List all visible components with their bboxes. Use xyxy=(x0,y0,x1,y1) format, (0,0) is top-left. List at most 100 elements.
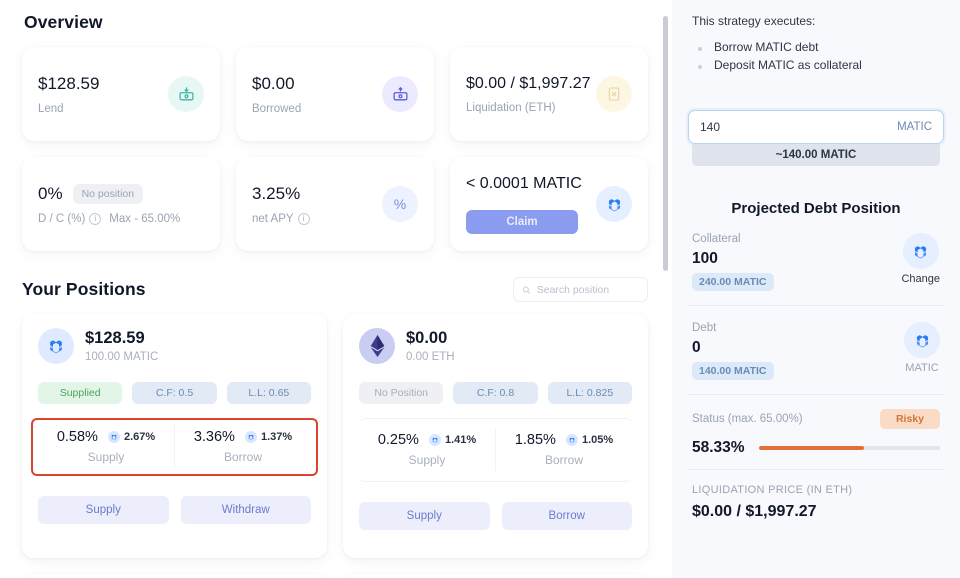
borrow-reward: 1.37% xyxy=(245,431,292,443)
scrollbar-thumb[interactable] xyxy=(663,16,668,271)
withdraw-money-icon xyxy=(382,76,418,112)
supply-reward: 1.41% xyxy=(429,434,476,446)
app-root: Overview $128.59 Lend xyxy=(0,0,960,578)
info-icon[interactable]: i xyxy=(298,213,310,225)
dc-label: D / C (%) xyxy=(38,213,85,225)
strategy-steps: Borrow MATIC debt Deposit MATIC as colla… xyxy=(696,38,944,74)
withdraw-button[interactable]: Withdraw xyxy=(181,496,312,524)
collateral-value: 100 xyxy=(692,250,774,268)
collateral-row: Collateral 100 240.00 MATIC Change xyxy=(688,217,944,306)
supply-button[interactable]: Supply xyxy=(38,496,169,524)
position-actions: Supply Borrow xyxy=(359,502,632,530)
borrow-rate-col: 1.85% 1.05% xyxy=(495,428,632,471)
overview-card-liquidation: $0.00 / $1,997.27 Liquidation (ETH) xyxy=(450,47,648,141)
amount-unit-label: MATIC xyxy=(897,121,932,133)
amount-input[interactable] xyxy=(700,120,840,134)
debt-chip: 140.00 MATIC xyxy=(692,362,774,380)
sidebar-panel: This strategy executes: Borrow MATIC deb… xyxy=(672,0,960,578)
collateral-label: Collateral xyxy=(692,233,774,245)
borrow-rate-col: 3.36% 1.37% xyxy=(174,425,311,468)
amount-input-wrapper[interactable]: MATIC xyxy=(688,110,944,144)
position-amount: $128.59 xyxy=(85,329,158,349)
info-icon[interactable]: i xyxy=(89,213,101,225)
liquidation-price-label: LIQUIDATION PRICE (IN ETH) xyxy=(692,484,940,496)
matic-icon xyxy=(596,186,632,222)
debt-token-button[interactable]: MATIC xyxy=(904,322,940,374)
borrow-rate-label: Borrow xyxy=(224,450,262,464)
rates-highlight-box: 0.58% 2.67% xyxy=(31,418,318,476)
position-token-amount: 100.00 MATIC xyxy=(85,351,158,363)
status-progress-bar xyxy=(759,446,940,450)
overview-card-net-apy: 3.25% net APY i % xyxy=(236,157,434,251)
borrow-rate: 3.36% xyxy=(194,429,235,445)
liquidation-icon xyxy=(596,76,632,112)
rates-box: 0.25% 1.41% xyxy=(359,418,632,482)
supply-rate-col: 0.25% 1.41% xyxy=(359,428,495,471)
debt-token-label: MATIC xyxy=(905,362,938,374)
debt-row: Debt 0 140.00 MATIC MATIC xyxy=(688,306,944,395)
status-badge: Supplied xyxy=(38,382,122,404)
rewards-value: < 0.0001 MATIC xyxy=(466,175,582,193)
search-position-box[interactable] xyxy=(513,277,648,302)
matic-coin-icon xyxy=(38,328,74,364)
supply-reward: 2.67% xyxy=(108,431,155,443)
position-card-partial[interactable] xyxy=(343,574,648,578)
liquidation-label: Liquidation (ETH) xyxy=(466,102,591,114)
debt-label: Debt xyxy=(692,322,774,334)
overview-cards-row-1: $128.59 Lend $0.00 Borrowed xyxy=(22,47,648,141)
borrow-button[interactable]: Borrow xyxy=(502,502,633,530)
supply-rate: 0.25% xyxy=(378,432,419,448)
search-icon xyxy=(522,285,531,295)
projected-debt-position-title: Projected Debt Position xyxy=(688,200,944,217)
overview-card-debt-collateral: 0% No position D / C (%) i Max - 65.00% xyxy=(22,157,220,251)
supply-rate-label: Supply xyxy=(88,450,125,464)
debt-value: 0 xyxy=(692,339,774,357)
borrow-reward-value: 1.05% xyxy=(582,434,613,446)
strategy-step: Deposit MATIC as collateral xyxy=(696,56,944,74)
strategy-step: Borrow MATIC debt xyxy=(696,38,944,56)
dc-status-badge: No position xyxy=(73,184,144,204)
status-row: Status (max. 65.00%) Risky 58.33% xyxy=(688,395,944,470)
dc-max-label: Max - 65.00% xyxy=(109,213,180,225)
matic-mini-icon xyxy=(566,434,578,446)
apy-label-group: net APY i xyxy=(252,213,310,225)
position-card-header: $128.59 100.00 MATIC xyxy=(38,328,311,364)
search-input[interactable] xyxy=(537,284,639,296)
apy-value: 3.25% xyxy=(252,184,310,204)
borrow-reward-value: 1.37% xyxy=(261,431,292,443)
positions-next-row-peek xyxy=(22,574,648,578)
status-progress-fill xyxy=(759,446,865,450)
overview-card-lend: $128.59 Lend xyxy=(22,47,220,141)
change-collateral-button[interactable]: Change xyxy=(901,233,940,285)
positions-header: Your Positions xyxy=(22,277,648,302)
positions-title: Your Positions xyxy=(22,279,146,300)
position-card-eth[interactable]: $0.00 0.00 ETH No Position C.F: 0.8 L.L:… xyxy=(343,314,648,558)
liquidation-price-row: LIQUIDATION PRICE (IN ETH) $0.00 / $1,99… xyxy=(688,470,944,531)
position-card-matic[interactable]: $128.59 100.00 MATIC Supplied C.F: 0.5 L… xyxy=(22,314,327,558)
lend-value: $128.59 xyxy=(38,74,99,94)
position-badges: No Position C.F: 0.8 L.L: 0.825 xyxy=(359,382,632,404)
matic-mini-icon xyxy=(108,431,120,443)
liquidation-value: $0.00 / $1,997.27 xyxy=(466,75,591,93)
overview-card-rewards: < 0.0001 MATIC Claim xyxy=(450,157,648,251)
matic-mini-icon xyxy=(429,434,441,446)
overview-cards-row-2: 0% No position D / C (%) i Max - 65.00% xyxy=(22,157,648,251)
status-label: Status (max. 65.00%) xyxy=(692,413,803,425)
borrow-rate-label: Borrow xyxy=(545,453,583,467)
borrow-rate: 1.85% xyxy=(515,432,556,448)
matic-icon[interactable] xyxy=(903,233,939,269)
main-panel: Overview $128.59 Lend xyxy=(0,0,672,578)
page-title: Overview xyxy=(24,12,648,33)
ll-badge: L.L: 0.825 xyxy=(548,382,632,404)
position-token-amount: 0.00 ETH xyxy=(406,351,455,363)
supply-button[interactable]: Supply xyxy=(359,502,490,530)
dc-label-group: D / C (%) i xyxy=(38,213,101,225)
claim-button[interactable]: Claim xyxy=(466,210,578,234)
positions-grid: $128.59 100.00 MATIC Supplied C.F: 0.5 L… xyxy=(22,314,648,558)
apy-label: net APY xyxy=(252,213,294,225)
position-card-partial[interactable] xyxy=(22,574,327,578)
ll-badge: L.L: 0.65 xyxy=(227,382,311,404)
supply-reward-value: 1.41% xyxy=(445,434,476,446)
position-badges: Supplied C.F: 0.5 L.L: 0.65 xyxy=(38,382,311,404)
matic-icon[interactable] xyxy=(904,322,940,358)
